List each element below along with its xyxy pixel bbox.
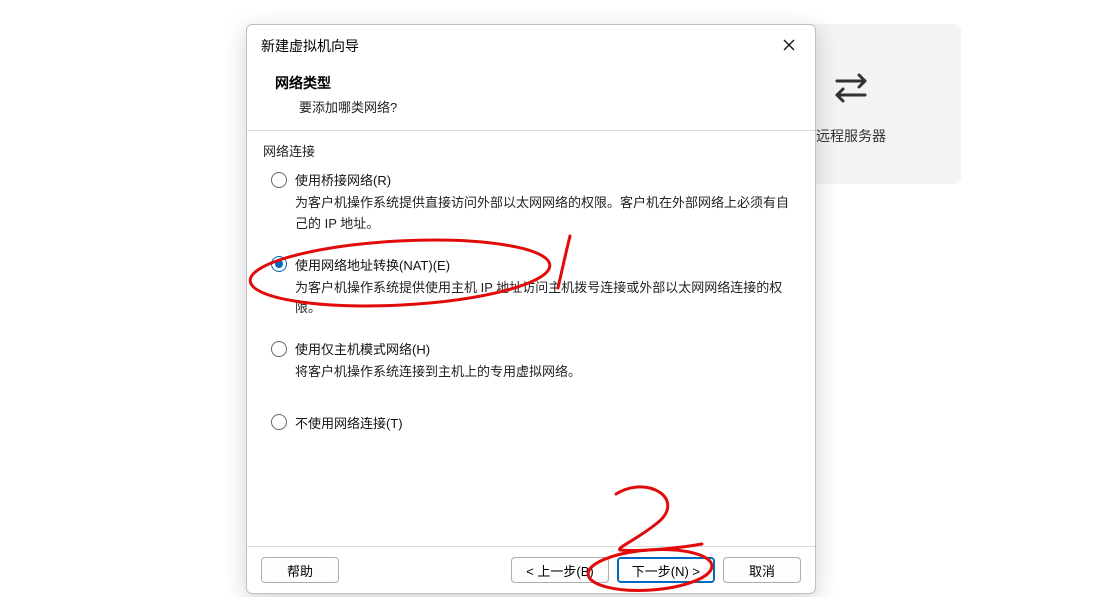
radio-icon — [271, 256, 287, 272]
titlebar: 新建虚拟机向导 — [247, 25, 815, 65]
radio-hostonly-label: 使用仅主机模式网络(H) — [295, 339, 430, 358]
page-subtitle: 要添加哪类网络? — [299, 97, 787, 116]
radio-nat-label: 使用网络地址转换(NAT)(E) — [295, 255, 450, 274]
radio-none-input[interactable]: 不使用网络连接(T) — [271, 413, 801, 432]
network-connection-label: 网络连接 — [261, 141, 801, 160]
radio-icon — [271, 341, 287, 357]
radio-hostonly-input[interactable]: 使用仅主机模式网络(H) — [271, 339, 801, 358]
radio-none: 不使用网络连接(T) — [271, 413, 801, 432]
new-vm-wizard-dialog: 新建虚拟机向导 网络类型 要添加哪类网络? 网络连接 使用桥接网络(R) 为客户… — [246, 24, 816, 594]
back-button[interactable]: < 上一步(B) — [511, 557, 609, 583]
cancel-button[interactable]: 取消 — [723, 557, 801, 583]
radio-icon — [271, 172, 287, 188]
radio-bridged-desc: 为客户机操作系统提供直接访问外部以太网网络的权限。客户机在外部网络上必须有自己的… — [295, 193, 795, 235]
close-icon — [783, 38, 795, 54]
radio-bridged: 使用桥接网络(R) 为客户机操作系统提供直接访问外部以太网网络的权限。客户机在外… — [271, 170, 801, 235]
wizard-content: 网络连接 使用桥接网络(R) 为客户机操作系统提供直接访问外部以太网网络的权限。… — [247, 130, 815, 547]
help-button[interactable]: 帮助 — [261, 557, 339, 583]
radio-hostonly-desc: 将客户机操作系统连接到主机上的专用虚拟网络。 — [295, 362, 795, 383]
close-button[interactable] — [773, 33, 805, 59]
wizard-header: 网络类型 要添加哪类网络? — [247, 65, 815, 130]
radio-icon — [271, 414, 287, 430]
wizard-buttonbar: 帮助 < 上一步(B) 下一步(N) > 取消 — [247, 547, 815, 593]
network-options-group: 使用桥接网络(R) 为客户机操作系统提供直接访问外部以太网网络的权限。客户机在外… — [261, 170, 801, 432]
radio-nat-desc: 为客户机操作系统提供使用主机 IP 地址访问主机拨号连接或外部以太网网络连接的权… — [295, 278, 795, 320]
transfer-icon — [827, 63, 875, 114]
radio-nat-input[interactable]: 使用网络地址转换(NAT)(E) — [271, 255, 801, 274]
page-title: 网络类型 — [275, 73, 787, 93]
dialog-title: 新建虚拟机向导 — [261, 36, 359, 56]
next-button[interactable]: 下一步(N) > — [617, 557, 715, 583]
radio-nat: 使用网络地址转换(NAT)(E) 为客户机操作系统提供使用主机 IP 地址访问主… — [271, 255, 801, 320]
radio-none-label: 不使用网络连接(T) — [295, 413, 403, 432]
radio-hostonly: 使用仅主机模式网络(H) 将客户机操作系统连接到主机上的专用虚拟网络。 — [271, 339, 801, 383]
radio-bridged-label: 使用桥接网络(R) — [295, 170, 391, 189]
remote-server-label: 远程服务器 — [816, 126, 886, 146]
radio-bridged-input[interactable]: 使用桥接网络(R) — [271, 170, 801, 189]
